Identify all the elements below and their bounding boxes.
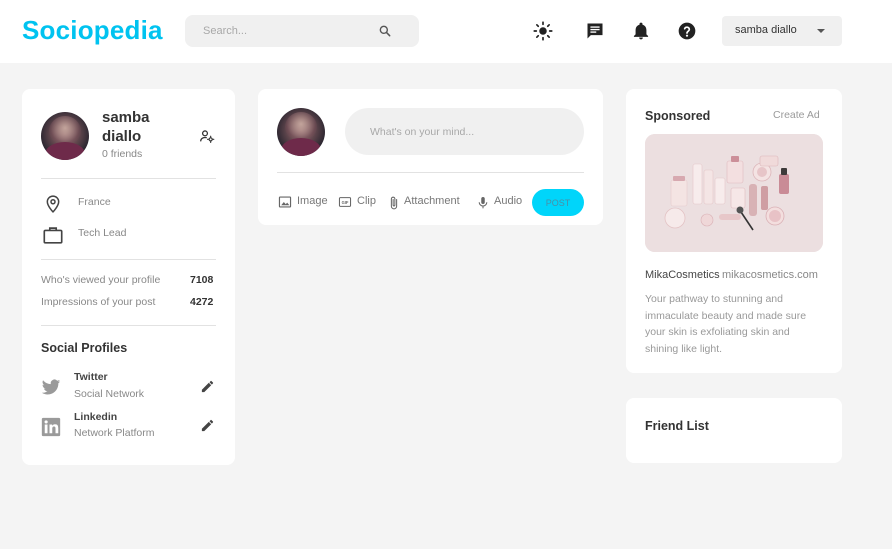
clip-label: Clip — [357, 195, 376, 207]
divider — [277, 172, 584, 173]
social-name[interactable]: Linkedin — [74, 411, 117, 423]
stat-label: Impressions of your post — [41, 296, 156, 308]
svg-text:GIF: GIF — [342, 200, 349, 205]
sponsored-heading: Sponsored — [645, 109, 711, 123]
profile-card: samba diallo 0 friends France Tech Lead … — [22, 89, 235, 465]
social-name[interactable]: Twitter — [74, 371, 108, 383]
divider — [41, 178, 216, 179]
social-desc: Social Network — [74, 388, 145, 400]
image-action[interactable]: Image — [278, 194, 328, 210]
sponsored-card: Sponsored Create Ad MikaCosmetics mikaco… — [626, 89, 842, 373]
search-input[interactable] — [203, 23, 373, 39]
create-ad-link[interactable]: Create Ad — [773, 109, 820, 121]
ad-image[interactable] — [645, 134, 823, 252]
post-input[interactable] — [370, 124, 570, 140]
social-desc: Network Platform — [74, 427, 155, 439]
location-text: France — [78, 196, 111, 208]
image-label: Image — [297, 195, 328, 207]
ad-description: Your pathway to stunning and immaculate … — [645, 293, 807, 355]
app-logo[interactable]: Sociopedia — [22, 15, 163, 46]
profile-name[interactable]: samba diallo — [102, 108, 182, 146]
location-icon — [46, 195, 60, 214]
edit-icon[interactable] — [200, 418, 215, 433]
manage-account-icon[interactable] — [199, 128, 215, 144]
edit-icon[interactable] — [200, 379, 215, 394]
create-post-card: Image GIF Clip Attachment Audio POST — [258, 89, 603, 225]
mic-icon — [478, 196, 488, 209]
clip-action[interactable]: GIF Clip — [338, 194, 380, 210]
social-profiles-heading: Social Profiles — [41, 341, 128, 355]
attachment-label: Attachment — [404, 195, 460, 207]
avatar[interactable] — [277, 108, 325, 156]
work-icon — [43, 227, 63, 244]
occupation-text: Tech Lead — [78, 227, 127, 239]
post-input-box — [345, 108, 584, 155]
help-icon[interactable] — [677, 21, 697, 41]
stat-value: 4272 — [190, 296, 214, 308]
divider — [41, 259, 216, 260]
light-mode-icon[interactable] — [533, 21, 553, 41]
audio-action[interactable]: Audio — [476, 194, 526, 210]
notification-icon[interactable] — [631, 21, 651, 41]
user-select[interactable]: samba diallo — [722, 16, 842, 46]
avatar[interactable] — [41, 112, 89, 160]
message-icon[interactable] — [585, 21, 605, 41]
attachment-icon — [390, 196, 398, 210]
stat-value: 7108 — [190, 274, 214, 286]
friend-list-card: Friend List — [626, 398, 842, 463]
search-icon[interactable] — [378, 24, 392, 38]
twitter-icon[interactable] — [40, 377, 62, 397]
ad-brand[interactable]: MikaCosmetics — [645, 269, 720, 281]
friends-count: 0 friends — [102, 148, 143, 160]
gif-icon: GIF — [338, 197, 352, 207]
divider — [41, 325, 216, 326]
user-select-value: samba diallo — [735, 24, 797, 36]
ad-site[interactable]: mikacosmetics.com — [722, 269, 818, 281]
chevron-down-icon — [817, 29, 825, 33]
attachment-action[interactable]: Attachment — [387, 194, 467, 210]
linkedin-icon[interactable] — [41, 417, 61, 437]
friend-list-heading: Friend List — [645, 419, 709, 433]
post-button[interactable]: POST — [532, 189, 584, 216]
image-icon — [278, 196, 292, 208]
search-box — [185, 15, 419, 47]
audio-label: Audio — [494, 195, 523, 207]
stat-label: Who's viewed your profile — [41, 274, 161, 286]
navbar: Sociopedia samba diallo — [0, 0, 892, 63]
